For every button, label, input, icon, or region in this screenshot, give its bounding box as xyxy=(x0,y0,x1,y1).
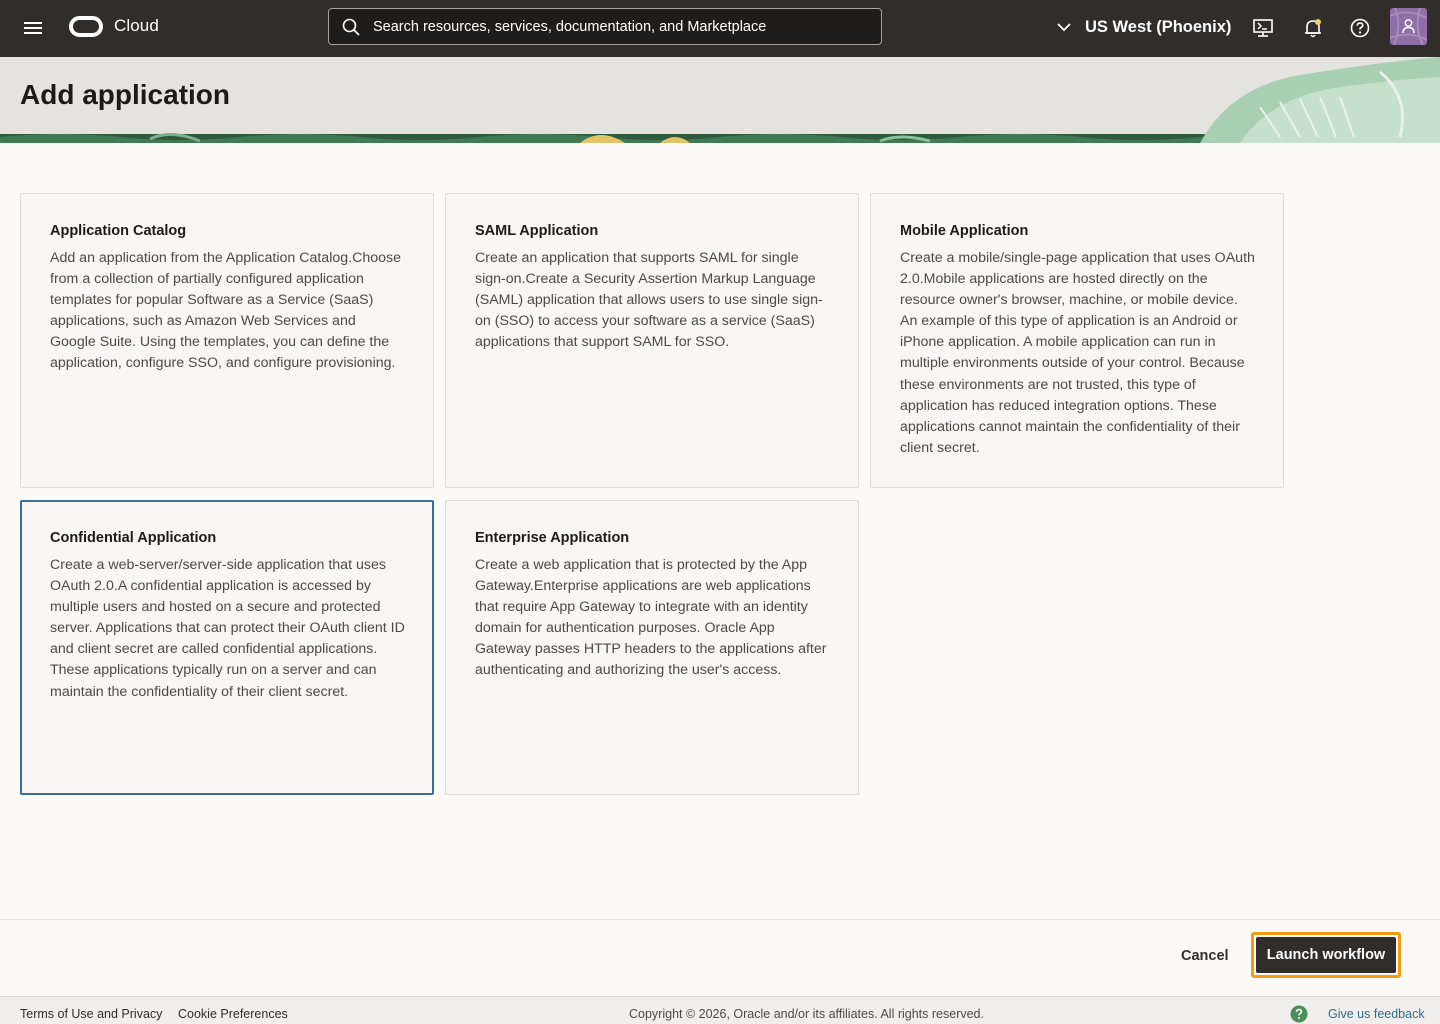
cloud-shell-icon[interactable] xyxy=(1252,17,1274,39)
cookie-preferences-link[interactable]: Cookie Preferences xyxy=(178,1007,288,1021)
profile-icon xyxy=(1390,8,1427,45)
card-description: Create an application that supports SAML… xyxy=(475,250,823,351)
action-bar: Cancel Launch workflow xyxy=(0,919,1440,996)
card-saml-application[interactable]: SAML Application Create an application t… xyxy=(445,193,859,488)
card-mobile-application[interactable]: Mobile Application Create a mobile/singl… xyxy=(870,193,1284,488)
logo-text[interactable]: Cloud xyxy=(114,16,159,36)
card-confidential-application[interactable]: Confidential Application Create a web-se… xyxy=(20,500,434,795)
top-navigation-bar: Cloud US West (Phoenix) xyxy=(0,0,1440,57)
help-icon[interactable] xyxy=(1349,17,1371,39)
card-title: Mobile Application xyxy=(900,223,1029,239)
card-application-catalog[interactable]: Application Catalog Add an application f… xyxy=(20,193,434,488)
region-selector[interactable]: US West (Phoenix) xyxy=(1056,16,1231,38)
launch-workflow-highlight: Launch workflow xyxy=(1251,932,1401,978)
card-description: Create a web-server/server-side applicat… xyxy=(50,557,405,700)
hamburger-menu-icon[interactable] xyxy=(22,19,44,37)
page-header-banner: Add application xyxy=(0,57,1440,143)
oracle-logo-icon[interactable] xyxy=(69,16,103,37)
card-title: Enterprise Application xyxy=(475,530,630,546)
copyright-text: Copyright © 2026, Oracle and/or its affi… xyxy=(629,1007,984,1021)
search-input[interactable] xyxy=(373,9,873,44)
page-footer: Terms of Use and Privacy Cookie Preferen… xyxy=(0,996,1440,1024)
search-icon xyxy=(342,18,360,36)
card-description: Create a mobile/single-page application … xyxy=(900,250,1255,456)
region-label: US West (Phoenix) xyxy=(1085,17,1232,36)
card-description: Create a web application that is protect… xyxy=(475,557,827,679)
card-enterprise-application[interactable]: Enterprise Application Create a web appl… xyxy=(445,500,859,795)
card-description: Add an application from the Application … xyxy=(50,250,401,372)
chevron-down-icon xyxy=(1057,23,1071,32)
cancel-button[interactable]: Cancel xyxy=(1170,941,1240,971)
terms-of-use-link[interactable]: Terms of Use and Privacy xyxy=(20,1007,162,1021)
user-avatar[interactable] xyxy=(1390,8,1427,45)
card-title: SAML Application xyxy=(475,223,599,239)
page-title: Add application xyxy=(20,79,230,110)
card-title: Confidential Application xyxy=(50,530,217,546)
card-title: Application Catalog xyxy=(50,223,187,239)
notifications-bell-icon[interactable] xyxy=(1302,17,1324,39)
launch-workflow-button[interactable]: Launch workflow xyxy=(1256,937,1396,973)
global-search[interactable] xyxy=(328,8,882,45)
give-feedback-link[interactable]: Give us feedback xyxy=(1328,1007,1425,1021)
feedback-help-icon[interactable] xyxy=(1290,1005,1308,1023)
